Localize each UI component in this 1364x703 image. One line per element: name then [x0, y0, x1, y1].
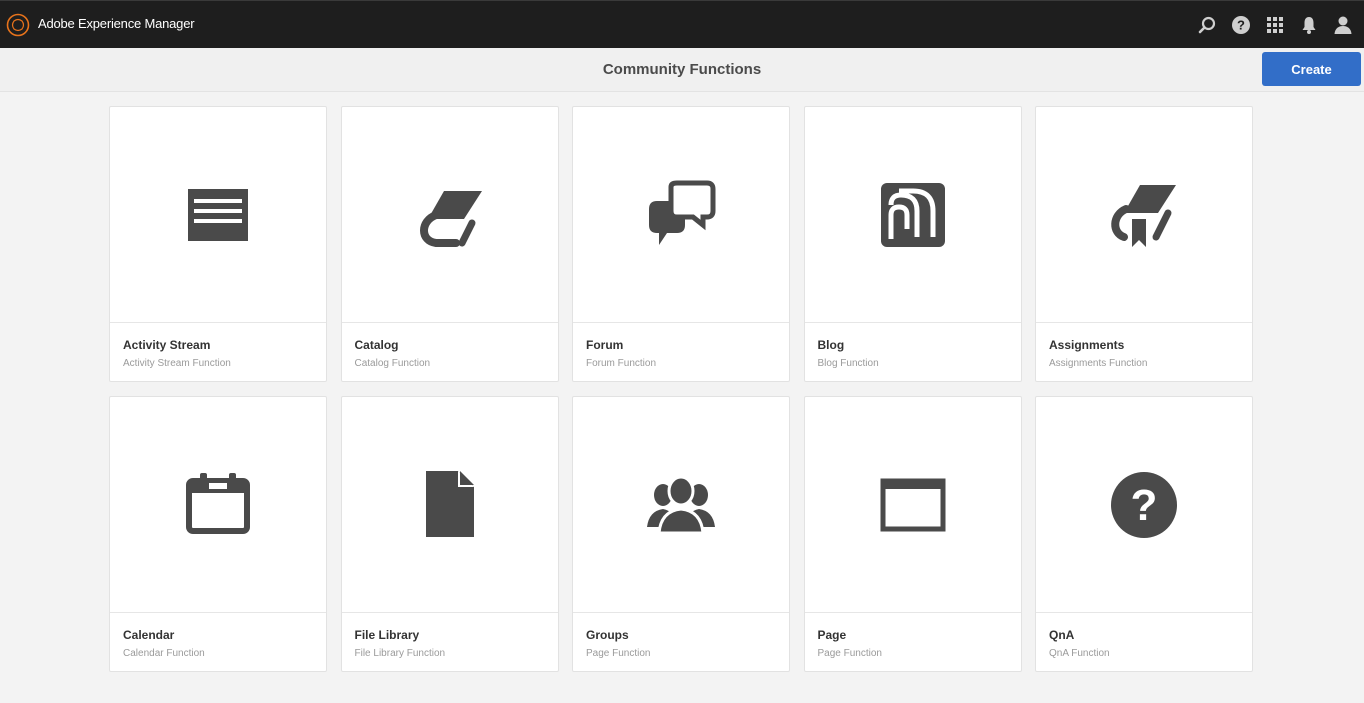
card-title: QnA: [1049, 628, 1075, 642]
user-icon[interactable]: [1332, 13, 1354, 37]
card-assignments[interactable]: Assignments Assignments Function: [1035, 106, 1253, 382]
top-navigation-bar: Adobe Experience Manager ?: [0, 0, 1364, 48]
card-title: Catalog: [354, 338, 399, 352]
card-forum[interactable]: Forum Forum Function: [572, 106, 790, 382]
app-title[interactable]: Adobe Experience Manager: [38, 16, 195, 31]
card-catalog[interactable]: Catalog Catalog Function: [340, 106, 559, 382]
aem-logo-icon[interactable]: [6, 13, 30, 37]
card-blog[interactable]: Blog Blog Function: [803, 106, 1022, 382]
card-subtitle: Activity Stream Function: [123, 358, 231, 369]
card-title: Forum: [586, 338, 624, 352]
assignments-icon: [1111, 184, 1176, 247]
notifications-icon[interactable]: [1298, 13, 1320, 37]
card-title: Assignments: [1049, 338, 1125, 352]
card-groups[interactable]: Groups Page Function: [572, 396, 790, 672]
svg-text:?: ?: [1237, 18, 1245, 33]
card-thumbnail: [1036, 107, 1252, 323]
card-subtitle: Forum Function: [586, 358, 657, 369]
activity-stream-icon: [188, 188, 248, 241]
card-file-library[interactable]: File Library File Library Function: [340, 396, 559, 672]
card-thumbnail: ?: [1036, 397, 1252, 613]
card-subtitle: QnA Function: [1049, 648, 1110, 659]
card-thumbnail: [110, 107, 326, 323]
card-thumbnail: [341, 107, 558, 323]
solutions-grid-icon[interactable]: [1264, 13, 1286, 37]
card-subtitle: Assignments Function: [1049, 358, 1148, 369]
card-title: File Library: [354, 628, 420, 642]
card-title: Activity Stream: [123, 338, 211, 352]
card-subtitle: Blog Function: [817, 358, 879, 369]
catalog-icon: [419, 190, 482, 247]
qna-icon: ?: [1111, 471, 1177, 538]
create-button[interactable]: Create: [1262, 52, 1361, 86]
calendar-icon: [186, 472, 250, 534]
card-page[interactable]: Page Page Function: [803, 396, 1022, 672]
svg-text:?: ?: [1131, 481, 1158, 530]
file-library-icon: [425, 470, 474, 537]
card-thumbnail: [110, 397, 326, 613]
card-subtitle: Page Function: [586, 648, 651, 659]
card-subtitle: Page Function: [817, 648, 883, 659]
card-subtitle: Calendar Function: [123, 648, 205, 659]
page-title: Community Functions: [602, 61, 762, 78]
card-thumbnail: [573, 107, 789, 323]
card-activity-stream[interactable]: Activity Stream Activity Stream Function: [109, 106, 327, 382]
blog-icon: [880, 182, 945, 247]
card-thumbnail: [804, 107, 1021, 323]
card-subtitle: Catalog Function: [354, 358, 431, 369]
card-thumbnail: [341, 397, 558, 613]
function-card-grid: Activity Stream Activity Stream Function…: [109, 106, 1253, 672]
card-subtitle: File Library Function: [354, 648, 446, 659]
card-title: Blog: [817, 338, 845, 352]
card-title: Page: [817, 628, 847, 642]
card-thumbnail: [573, 397, 789, 613]
card-calendar[interactable]: Calendar Calendar Function: [109, 396, 327, 672]
search-icon[interactable]: [1196, 13, 1218, 37]
header-actions: ?: [1196, 13, 1354, 37]
card-thumbnail: [804, 397, 1021, 613]
card-title: Calendar: [123, 628, 175, 642]
action-bar: Community Functions Create: [0, 48, 1364, 92]
groups-icon: [647, 475, 715, 534]
forum-icon: [649, 180, 716, 245]
card-title: Groups: [586, 628, 629, 642]
page-icon: [880, 478, 945, 531]
help-icon[interactable]: ?: [1230, 13, 1252, 37]
card-qna[interactable]: ? QnA QnA Function: [1035, 396, 1253, 672]
